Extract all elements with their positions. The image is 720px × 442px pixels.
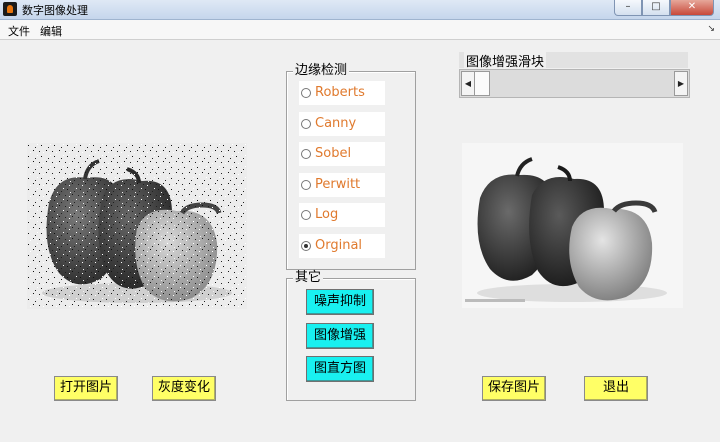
radio-perwitt[interactable]: Perwitt <box>299 173 385 197</box>
radio-button-icon[interactable] <box>301 180 311 190</box>
grayscale-change-button[interactable]: 灰度变化 <box>152 376 216 401</box>
slider-left-arrow-icon[interactable]: ◀ <box>461 71 475 96</box>
image-enhance-button[interactable]: 图像增强 <box>306 323 374 349</box>
radio-button-icon[interactable] <box>301 149 311 159</box>
window-title: 数字图像处理 <box>22 4 88 17</box>
edge-detection-panel: 边缘检测 Roberts Canny Sobel Perwitt Log Org… <box>286 63 416 270</box>
radio-orginal[interactable]: Orginal <box>299 234 385 258</box>
original-image-display <box>27 143 247 309</box>
radio-log[interactable]: Log <box>299 203 385 227</box>
enhance-slider[interactable]: ◀ ▶ <box>459 69 690 98</box>
processed-image-display <box>462 143 683 308</box>
radio-button-icon[interactable] <box>301 210 311 220</box>
dock-arrow-icon[interactable]: ↘ <box>707 24 715 34</box>
slider-title: 图像增强滑块 <box>464 51 547 70</box>
window-controls: – □ ✕ <box>614 0 714 17</box>
radio-label: Log <box>315 207 339 222</box>
radio-sobel[interactable]: Sobel <box>299 142 385 166</box>
radio-button-icon[interactable] <box>301 88 311 98</box>
exit-button[interactable]: 退出 <box>584 376 648 401</box>
noisy-pepper-image <box>27 143 247 309</box>
slider-thumb[interactable] <box>474 71 490 96</box>
radio-roberts[interactable]: Roberts <box>299 81 385 105</box>
matlab-app-icon <box>3 2 17 16</box>
other-tools-panel: 其它 噪声抑制 图像增强 图直方图 <box>286 270 416 401</box>
close-button[interactable]: ✕ <box>670 0 714 16</box>
menu-bar: 文件 编辑 ↘ <box>0 20 720 40</box>
radio-label: Roberts <box>315 85 365 100</box>
save-image-button[interactable]: 保存图片 <box>482 376 546 401</box>
minimize-button[interactable]: – <box>614 0 642 16</box>
radio-button-selected-icon[interactable] <box>301 241 311 251</box>
grayscale-pepper-image <box>462 143 683 308</box>
histogram-button[interactable]: 图直方图 <box>306 356 374 382</box>
noise-suppression-button[interactable]: 噪声抑制 <box>306 289 374 315</box>
radio-canny[interactable]: Canny <box>299 112 385 136</box>
edge-panel-title: 边缘检测 <box>293 63 350 79</box>
radio-label: Orginal <box>315 238 363 253</box>
maximize-button[interactable]: □ <box>642 0 670 16</box>
radio-label: Canny <box>315 116 357 131</box>
open-image-button[interactable]: 打开图片 <box>54 376 118 401</box>
other-panel-title: 其它 <box>293 270 324 286</box>
radio-label: Perwitt <box>315 177 361 192</box>
menu-edit[interactable]: 编辑 <box>40 23 62 39</box>
slider-right-arrow-icon[interactable]: ▶ <box>674 71 688 96</box>
radio-label: Sobel <box>315 146 352 161</box>
menu-file[interactable]: 文件 <box>8 23 30 39</box>
title-bar: 数字图像处理 – □ ✕ <box>0 0 720 20</box>
radio-button-icon[interactable] <box>301 119 311 129</box>
